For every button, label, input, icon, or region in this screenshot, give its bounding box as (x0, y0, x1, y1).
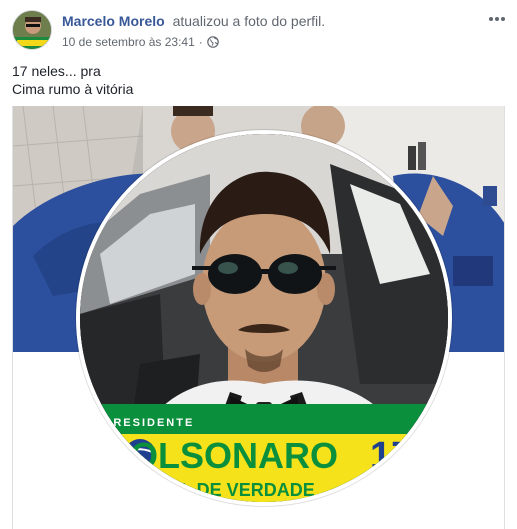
post-timestamp[interactable]: 10 de setembro às 23:41 (62, 34, 195, 50)
banner-number-text: 17 (370, 435, 412, 477)
globe-icon[interactable] (206, 36, 219, 48)
banner-bottom-text: O BRASIL DE VERDADE (106, 480, 315, 500)
caption-line-1: 17 neles... pra (12, 63, 101, 79)
profile-photo[interactable]: PRESIDENTE BOLSONARO 17 O BRASIL DE VERD… (76, 130, 452, 506)
post-caption: 17 neles... pra Cima rumo à vitória (12, 62, 502, 98)
more-options-icon[interactable] (487, 12, 507, 24)
caption-line-2: Cima rumo à vitória (12, 81, 134, 97)
post-media: PRESIDENTE BOLSONARO 17 O BRASIL DE VERD… (12, 106, 505, 529)
banner-top-text: PRESIDENTE (104, 417, 194, 429)
author-line: Marcelo Morelo atualizou a foto do perfi… (62, 12, 325, 30)
author-name-link[interactable]: Marcelo Morelo (62, 13, 165, 29)
banner-name-text: BOLSONARO (104, 435, 338, 476)
post-header: Marcelo Morelo atualizou a foto do perfi… (12, 10, 507, 54)
post-meta: 10 de setembro às 23:41 · (62, 34, 219, 50)
meta-separator: · (198, 35, 203, 49)
post-action-text: atualizou a foto do perfil. (172, 13, 326, 29)
author-avatar[interactable] (12, 10, 52, 50)
feed-post: Marcelo Morelo atualizou a foto do perfi… (0, 0, 517, 529)
